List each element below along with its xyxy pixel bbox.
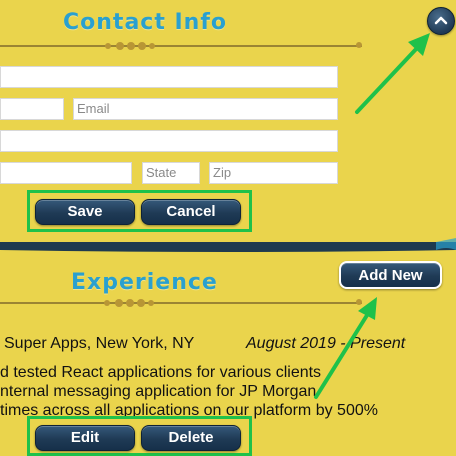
address-line-2-field[interactable]	[0, 130, 338, 152]
experience-divider-dot	[104, 300, 110, 306]
phone-field[interactable]	[0, 98, 64, 120]
job-company: Super Apps, New York, NY	[4, 335, 195, 352]
cancel-button[interactable]: Cancel	[141, 199, 241, 225]
job-dates: August 2019 - Present	[246, 335, 406, 352]
address-field[interactable]	[0, 66, 338, 88]
edit-button[interactable]: Edit	[35, 425, 135, 451]
experience-title: Experience	[71, 270, 218, 295]
arrow-to-scroll-up	[355, 33, 430, 114]
section-separator-curve	[0, 238, 456, 252]
experience-divider-dot	[115, 299, 123, 307]
zip-field[interactable]: Zip	[209, 162, 338, 184]
chevron-up-icon	[434, 16, 448, 25]
delete-button[interactable]: Delete	[141, 425, 241, 451]
contact-info-title: Contact Info	[63, 10, 228, 35]
experience-divider-dot	[137, 299, 145, 307]
contact-divider-dot	[105, 43, 111, 49]
save-button[interactable]: Save	[35, 199, 135, 225]
state-field[interactable]: State	[142, 162, 200, 184]
email-field[interactable]: Email	[73, 98, 338, 120]
contact-divider-dot	[127, 42, 135, 50]
add-new-button[interactable]: Add New	[339, 261, 442, 289]
experience-divider-dot	[126, 299, 134, 307]
contact-divider-line	[0, 45, 362, 47]
experience-divider-end-dot	[356, 299, 362, 305]
scroll-up-button[interactable]	[427, 7, 455, 35]
contact-divider-dot	[116, 42, 124, 50]
city-field[interactable]	[0, 162, 132, 184]
experience-divider-dot	[148, 300, 154, 306]
experience-divider-line	[0, 302, 362, 304]
contact-divider-end-dot	[356, 42, 362, 48]
contact-divider-dot	[138, 42, 146, 50]
contact-divider-dot	[149, 43, 155, 49]
job-bullet: nternal messaging application for JP Mor…	[0, 383, 317, 400]
job-bullet: d tested React applications for various …	[0, 364, 322, 381]
